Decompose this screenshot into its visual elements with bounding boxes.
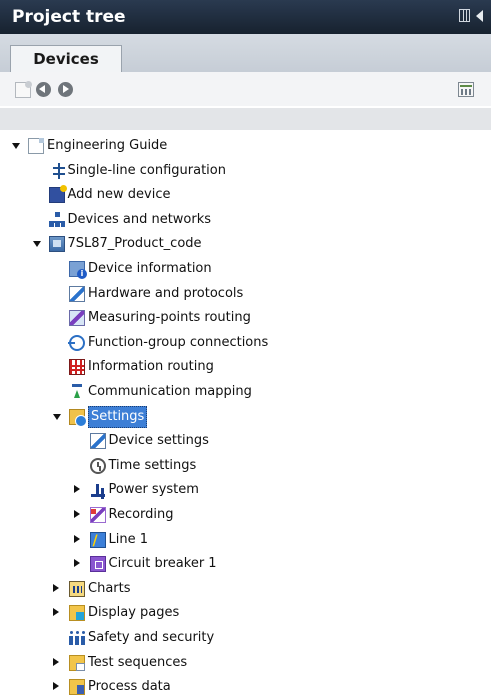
tree-item-line-1[interactable]: Line 1 xyxy=(0,529,491,552)
column-header-strip xyxy=(0,108,491,130)
configure-icon[interactable] xyxy=(458,82,474,97)
expand-arrow-icon[interactable] xyxy=(73,534,80,543)
expand-arrow-icon[interactable] xyxy=(73,485,80,494)
tree-item-display-pages[interactable]: Display pages xyxy=(0,602,491,624)
safety-security-icon xyxy=(69,630,85,646)
tree-item-label: Recording xyxy=(108,507,174,522)
tree-item-label: Circuit breaker 1 xyxy=(108,556,217,572)
tree-item-time-settings[interactable]: Time settings xyxy=(0,455,491,477)
device-icon xyxy=(48,236,65,253)
document-icon xyxy=(28,138,44,154)
collapse-arrow-icon[interactable] xyxy=(12,143,20,149)
tree-toolbar xyxy=(0,72,491,106)
process-data-icon xyxy=(69,679,85,696)
forward-icon[interactable] xyxy=(58,82,73,97)
tree-item-add-new-device[interactable]: Add new device xyxy=(0,184,491,206)
tree-item-7sl87-product-code[interactable]: 7SL87_Product_code xyxy=(0,233,491,255)
tree-item-label: Test sequences xyxy=(88,654,188,670)
tree-item-charts[interactable]: Charts xyxy=(0,578,491,600)
tree-item-label: Single-line configuration xyxy=(67,162,226,178)
communication-mapping-icon xyxy=(69,384,85,400)
settings-folder-icon xyxy=(69,408,87,427)
tree-item-label: Device settings xyxy=(108,433,209,449)
charts-icon xyxy=(69,580,85,597)
tree-item-circuit-breaker-1[interactable]: Circuit breaker 1 xyxy=(0,553,491,575)
tree-item-label: Settings xyxy=(88,405,148,428)
tree-item-label: Hardware and protocols xyxy=(88,285,244,301)
tree-item-label: Device information xyxy=(88,261,212,276)
tab-devices[interactable]: Devices xyxy=(10,45,122,73)
tree-item-power-system[interactable]: Power system xyxy=(0,479,491,501)
tree-item-information-routing[interactable]: Information routing xyxy=(0,356,491,378)
tree-item-test-sequences[interactable]: Test sequences xyxy=(0,652,491,674)
project-tree-panel: Project tree Devices Engineering Guide Si… xyxy=(0,0,491,696)
expand-arrow-icon[interactable] xyxy=(73,559,80,568)
collapse-panel-icon[interactable] xyxy=(476,9,483,22)
tree-item-label: Line 1 xyxy=(108,531,149,547)
panel-titlebar: Project tree xyxy=(0,0,491,34)
expand-arrow-icon[interactable] xyxy=(53,657,59,666)
tree-item-label: Add new device xyxy=(67,187,171,203)
collapse-arrow-icon[interactable] xyxy=(32,241,41,248)
tree-item-label: Power system xyxy=(108,482,199,498)
tree-item-communication-mapping[interactable]: Communication mapping xyxy=(0,381,491,403)
tree-item-settings[interactable]: Settings xyxy=(0,405,491,428)
tree-item-process-data[interactable]: Process data xyxy=(0,676,491,698)
tree-item-hardware-and-protocols[interactable]: Hardware and protocols xyxy=(0,283,491,305)
tree-item-label: Time settings xyxy=(108,457,197,473)
panel-title: Project tree xyxy=(12,7,126,27)
network-icon xyxy=(48,211,65,228)
expand-arrow-icon[interactable] xyxy=(53,608,59,617)
tree-item-label: Devices and networks xyxy=(67,211,212,227)
back-icon[interactable] xyxy=(36,82,51,97)
tree-item-single-line-configuration[interactable]: Single-line configuration xyxy=(0,160,491,182)
measuring-icon xyxy=(69,310,85,327)
tree-item-label: Charts xyxy=(88,580,131,596)
tree-item-devices-and-networks[interactable]: Devices and networks xyxy=(0,209,491,231)
tree-item-safety-and-security[interactable]: Safety and security xyxy=(0,627,491,649)
titlebar-controls xyxy=(459,9,483,22)
tree-item-label: Process data xyxy=(88,679,171,695)
time-settings-icon xyxy=(89,457,106,474)
tree-item-function-group-connections[interactable]: Function-group connections xyxy=(0,332,491,354)
device-settings-icon xyxy=(89,433,106,450)
display-pages-icon xyxy=(69,605,85,622)
tree-item-label: 7SL87_Product_code xyxy=(67,236,202,252)
tree-item-label: Safety and security xyxy=(88,630,215,645)
dock-pin-icon[interactable] xyxy=(459,9,470,22)
tab-strip: Devices xyxy=(0,34,491,73)
tree-item-label: Information routing xyxy=(88,359,214,375)
expand-arrow-icon[interactable] xyxy=(53,583,59,592)
information-routing-icon xyxy=(69,359,85,376)
add-device-icon xyxy=(48,185,67,204)
expand-arrow-icon[interactable] xyxy=(53,682,59,691)
power-system-icon xyxy=(90,482,106,498)
test-sequences-icon xyxy=(69,654,85,671)
device-info-icon xyxy=(69,261,87,279)
tree-item-device-settings[interactable]: Device settings xyxy=(0,430,491,452)
circuit-breaker-icon xyxy=(89,556,106,573)
single-line-icon xyxy=(49,162,65,179)
recording-icon xyxy=(89,507,106,523)
tree-item-engineering-guide[interactable]: Engineering Guide xyxy=(0,135,491,157)
tree-item-label: Measuring-points routing xyxy=(88,310,251,326)
tree-item-measuring-points-routing[interactable]: Measuring-points routing xyxy=(0,307,491,329)
line-icon xyxy=(89,530,106,552)
function-group-icon xyxy=(68,334,85,351)
tree-item-label: Engineering Guide xyxy=(47,138,168,153)
expand-arrow-icon[interactable] xyxy=(73,510,80,518)
add-new-icon[interactable] xyxy=(15,81,32,98)
tree-item-recording[interactable]: Recording xyxy=(0,504,491,526)
collapse-arrow-icon[interactable] xyxy=(53,413,61,420)
tree-item-label: Display pages xyxy=(88,605,180,621)
tree-item-label: Function-group connections xyxy=(88,334,269,350)
tree-item-label: Communication mapping xyxy=(88,384,252,399)
hardware-icon xyxy=(69,285,85,302)
tree-item-device-information[interactable]: Device information xyxy=(0,258,491,280)
